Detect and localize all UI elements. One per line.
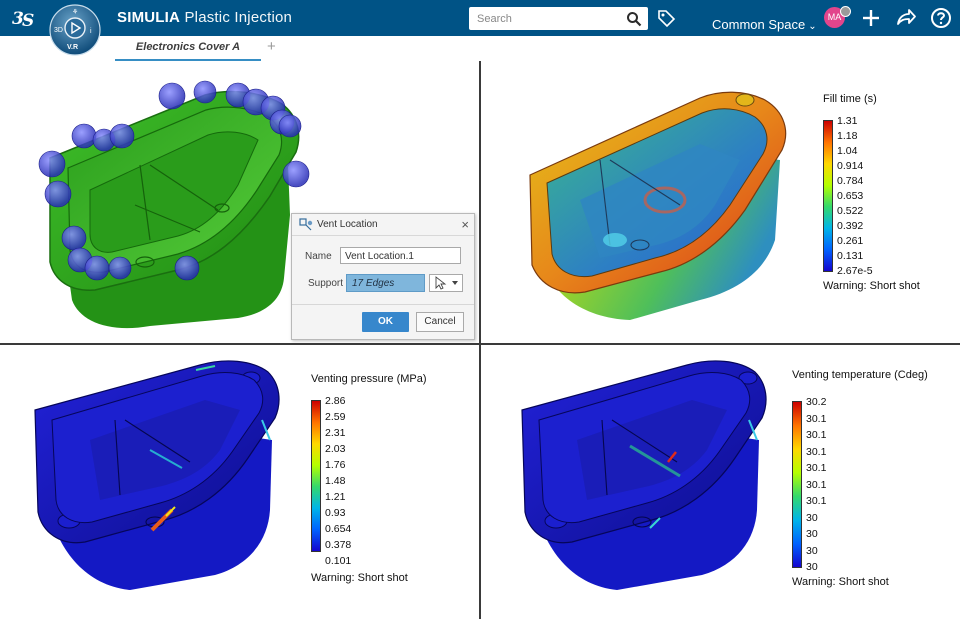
legend-value: 30 — [806, 544, 818, 557]
legend-value: 2.67e-5 — [837, 265, 873, 277]
legend-value: 30.1 — [806, 478, 827, 491]
viewport-geometry[interactable]: Vent Location × Name Vent Location.1 Sup… — [0, 61, 479, 343]
legend-value: 0.522 — [837, 205, 864, 217]
cancel-button[interactable]: Cancel — [416, 312, 464, 332]
vent-location-icon — [299, 218, 313, 231]
legend-value: 30.1 — [806, 495, 827, 507]
color-scale-bar — [311, 400, 321, 552]
legend-value: 1.18 — [837, 130, 858, 142]
legend-value: 1.31 — [837, 115, 858, 127]
viewport-venting-temperature[interactable]: Venting temperature (Cdeg) 30.2 30.1 30.… — [481, 345, 960, 619]
legend-value: 2.86 — [325, 395, 346, 407]
help-icon[interactable] — [930, 7, 952, 29]
name-label: Name — [305, 251, 332, 262]
legend-value: 1.21 — [325, 491, 346, 503]
viewport-venting-pressure[interactable]: Venting pressure (MPa) 2.86 2.59 2.31 2.… — [0, 345, 479, 619]
legend-value: 0.654 — [325, 523, 352, 535]
legend-value: 30 — [806, 511, 818, 524]
legend-title: Fill time (s) — [823, 93, 877, 105]
support-field[interactable]: 17 Edges — [346, 274, 425, 292]
legend-value: 30 — [806, 561, 818, 573]
ok-button[interactable]: OK — [362, 312, 409, 332]
dialog-title: Vent Location — [317, 219, 378, 230]
legend-value: 0.392 — [837, 220, 864, 232]
legend-value: 1.48 — [325, 475, 346, 487]
legend-value: 0.101 — [325, 555, 352, 567]
legend-value: 2.03 — [325, 443, 346, 455]
tab-electronics-cover-a[interactable]: Electronics Cover A — [115, 36, 261, 61]
compass-top-label: ⚘ — [72, 8, 78, 16]
space-selector[interactable]: Common Space ⌄ — [712, 17, 817, 32]
legend-value: 30 — [806, 528, 818, 540]
search-input[interactable] — [475, 10, 619, 28]
color-scale-bar — [823, 120, 833, 272]
share-icon[interactable] — [895, 7, 917, 29]
short-shot-warning: Warning: Short shot — [823, 280, 920, 292]
legend-value: 30.1 — [806, 429, 827, 441]
legend-value: 0.784 — [837, 175, 864, 187]
legend-title: Venting temperature (Cdeg) — [792, 369, 928, 381]
short-shot-warning: Warning: Short shot — [792, 576, 889, 588]
viewport-fill-time[interactable]: Fill time (s) 1.31 1.18 1.04 0.914 0.784… — [481, 61, 960, 343]
legend-value: 0.93 — [325, 507, 346, 519]
viewport-divider-horizontal[interactable] — [0, 343, 960, 345]
vent-location-dialog: Vent Location × Name Vent Location.1 Sup… — [291, 213, 475, 340]
status-indicator — [840, 6, 851, 17]
color-scale-bar — [792, 401, 802, 568]
legend-value: 1.76 — [325, 459, 346, 471]
cursor-select-icon — [435, 276, 458, 290]
name-field[interactable]: Vent Location.1 — [340, 247, 461, 264]
legend-value: 30.1 — [806, 445, 827, 458]
legend-value: 30.1 — [806, 462, 827, 474]
add-tab-icon[interactable]: + — [267, 38, 276, 55]
legend-value: 0.653 — [837, 190, 864, 202]
tab-bar: Electronics Cover A + — [0, 36, 960, 61]
plus-icon[interactable] — [860, 7, 882, 29]
ds-logo-icon[interactable]: 3 S — [12, 7, 36, 29]
legend-value: 2.59 — [325, 411, 346, 423]
legend-value: 30.1 — [806, 412, 827, 425]
tag-icon[interactable] — [656, 8, 676, 28]
top-bar: 3 S SIMULIA Plastic Injection Common Spa… — [0, 0, 960, 36]
compass-vr-label: V.R — [67, 44, 78, 51]
compass-3d-label: 3D — [54, 27, 63, 34]
legend-value: 0.261 — [837, 235, 864, 247]
brand-name: SIMULIA — [117, 9, 181, 26]
app-name: Plastic Injection — [184, 9, 293, 26]
compass-icon[interactable]: 3D i ⚘ V.R — [49, 2, 101, 64]
support-label: Support — [308, 278, 344, 289]
viewport-divider-vertical[interactable] — [479, 61, 481, 619]
legend-title: Venting pressure (MPa) — [311, 373, 427, 385]
legend-value: 1.04 — [837, 145, 858, 157]
search-icon[interactable] — [626, 11, 642, 27]
legend-value: 0.378 — [325, 539, 352, 551]
legend-value: 0.131 — [837, 250, 864, 262]
close-icon[interactable]: × — [461, 217, 469, 232]
search-box[interactable] — [469, 7, 648, 30]
selection-mode-dropdown[interactable] — [429, 274, 463, 292]
dialog-separator — [292, 304, 474, 305]
legend-value: 0.914 — [837, 160, 864, 172]
legend-value: 2.31 — [325, 427, 346, 439]
legend-value: 30.2 — [806, 396, 827, 408]
app-title: SIMULIA Plastic Injection — [117, 9, 292, 26]
svg-text:S: S — [22, 11, 34, 29]
dialog-header: Vent Location × — [292, 214, 474, 236]
space-name: Common Space — [712, 17, 806, 32]
chevron-down-icon: ⌄ — [808, 21, 817, 32]
fill-time-result-model[interactable] — [481, 61, 960, 343]
short-shot-warning: Warning: Short shot — [311, 572, 408, 584]
